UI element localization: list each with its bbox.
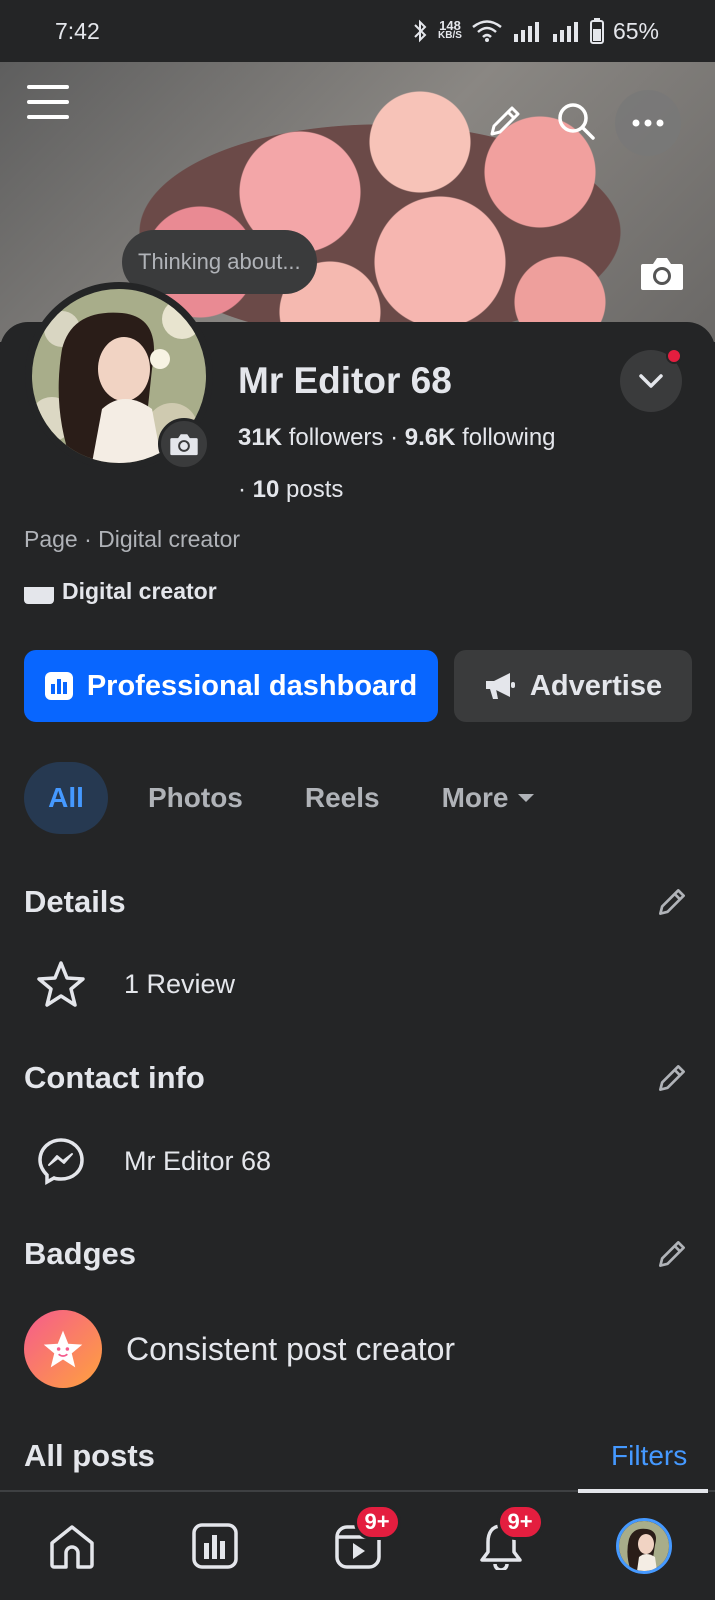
net-speed: 148 KB/S <box>438 18 462 41</box>
advertise-label: Advertise <box>529 669 663 702</box>
status-time: 7:42 <box>55 17 100 44</box>
creator-category: Digital creator <box>24 578 217 605</box>
professional-dashboard-label: Professional dashboard <box>86 669 418 702</box>
details-title: Details <box>24 884 126 919</box>
avatar-image <box>618 1521 669 1571</box>
content-tabs: All Photos Reels More <box>24 762 597 834</box>
messenger-row[interactable]: Mr Editor 68 <box>36 1136 271 1186</box>
nav-notifications[interactable]: 9+ <box>471 1504 544 1576</box>
edit-profile-button[interactable] <box>482 98 528 144</box>
bar-chart-icon <box>44 672 73 700</box>
page-category: Page · Digital creator <box>24 526 241 552</box>
reviews-row[interactable]: 1 Review <box>36 960 235 1008</box>
battery-level: 65% <box>612 17 659 44</box>
status-bar: 7:42 148 KB/S 65% <box>0 0 715 62</box>
reviews-label: 1 Review <box>124 968 236 999</box>
filters-link[interactable]: Filters <box>611 1440 687 1472</box>
tab-more-label: More <box>441 782 509 813</box>
tab-photos[interactable]: Photos <box>148 782 243 814</box>
video-badge: 9+ <box>353 1504 401 1540</box>
camera-icon <box>170 434 198 456</box>
all-posts-title: All posts <box>24 1438 155 1473</box>
profile-name: Mr Editor 68 <box>238 360 452 401</box>
bluetooth-icon <box>414 19 427 43</box>
tab-more[interactable]: More <box>442 782 535 814</box>
professional-dashboard-button[interactable]: Professional dashboard <box>24 650 438 722</box>
nav-dashboard[interactable] <box>185 1516 245 1576</box>
posts-count: 10 <box>252 476 280 503</box>
wifi-icon <box>472 20 502 42</box>
battery-icon <box>589 18 604 44</box>
more-options-button[interactable] <box>615 90 681 156</box>
followers-count[interactable]: 31K <box>238 424 282 451</box>
following-count[interactable]: 9.6K <box>405 424 456 451</box>
active-tab-indicator <box>578 1489 708 1493</box>
edit-profile-picture-button[interactable] <box>158 418 210 470</box>
search-button[interactable] <box>553 98 599 144</box>
tab-all[interactable]: All <box>24 762 108 834</box>
bottom-nav: 9+ 9+ <box>0 1490 715 1600</box>
advertise-button[interactable]: Advertise <box>454 650 692 722</box>
messenger-icon <box>38 1138 84 1186</box>
home-icon <box>49 1525 94 1569</box>
nav-profile[interactable] <box>614 1516 674 1576</box>
following-label[interactable]: following <box>462 424 555 451</box>
notification-dot <box>666 348 682 364</box>
pencil-icon <box>659 1065 685 1091</box>
search-icon <box>558 103 595 140</box>
signal-icon <box>552 22 578 42</box>
pencil-icon <box>659 889 685 915</box>
edit-badges-button[interactable] <box>654 1236 690 1272</box>
badge-star-icon <box>43 1330 83 1368</box>
menu-button[interactable] <box>24 80 72 124</box>
thought-bubble-text: Thinking about... <box>138 249 301 274</box>
nav-video[interactable]: 9+ <box>328 1504 401 1576</box>
signal-icon <box>513 22 539 42</box>
nav-home[interactable] <box>42 1516 102 1576</box>
more-icon <box>632 119 664 127</box>
badge-icon-circle <box>24 1310 102 1388</box>
hamburger-icon <box>27 85 69 119</box>
thought-bubble[interactable]: Thinking about... <box>122 230 317 294</box>
edit-cover-photo-button[interactable] <box>638 252 686 294</box>
star-icon <box>37 961 85 1007</box>
follow-stats: 31K followers · 9.6K following <box>238 424 556 452</box>
megaphone-icon <box>485 673 515 699</box>
contact-info-title: Contact info <box>24 1060 205 1095</box>
camera-icon <box>641 258 683 290</box>
separator-dot: · <box>390 424 399 451</box>
edit-details-button[interactable] <box>654 884 690 920</box>
clapperboard-icon <box>24 579 54 604</box>
bar-chart-icon <box>191 1523 238 1569</box>
notifications-badge: 9+ <box>496 1504 544 1540</box>
chevron-down-icon <box>639 374 663 388</box>
edit-contact-button[interactable] <box>654 1060 690 1096</box>
messenger-name: Mr Editor 68 <box>124 1145 272 1176</box>
creator-label: Digital creator <box>62 578 217 604</box>
posts-stat: · 10 posts <box>238 476 343 504</box>
pencil-icon <box>490 106 520 136</box>
badge-label: Consistent post creator <box>126 1330 456 1367</box>
avatar <box>615 1518 672 1574</box>
followers-label[interactable]: followers <box>289 424 384 451</box>
caret-down-icon <box>517 794 534 802</box>
badge-row[interactable]: Consistent post creator <box>24 1310 455 1388</box>
pencil-icon <box>659 1241 685 1267</box>
separator-dot: · <box>238 476 246 503</box>
tab-reels[interactable]: Reels <box>305 782 380 814</box>
status-icons: 148 KB/S 65% <box>411 18 659 45</box>
badges-title: Badges <box>24 1236 136 1271</box>
posts-label: posts <box>286 476 344 503</box>
